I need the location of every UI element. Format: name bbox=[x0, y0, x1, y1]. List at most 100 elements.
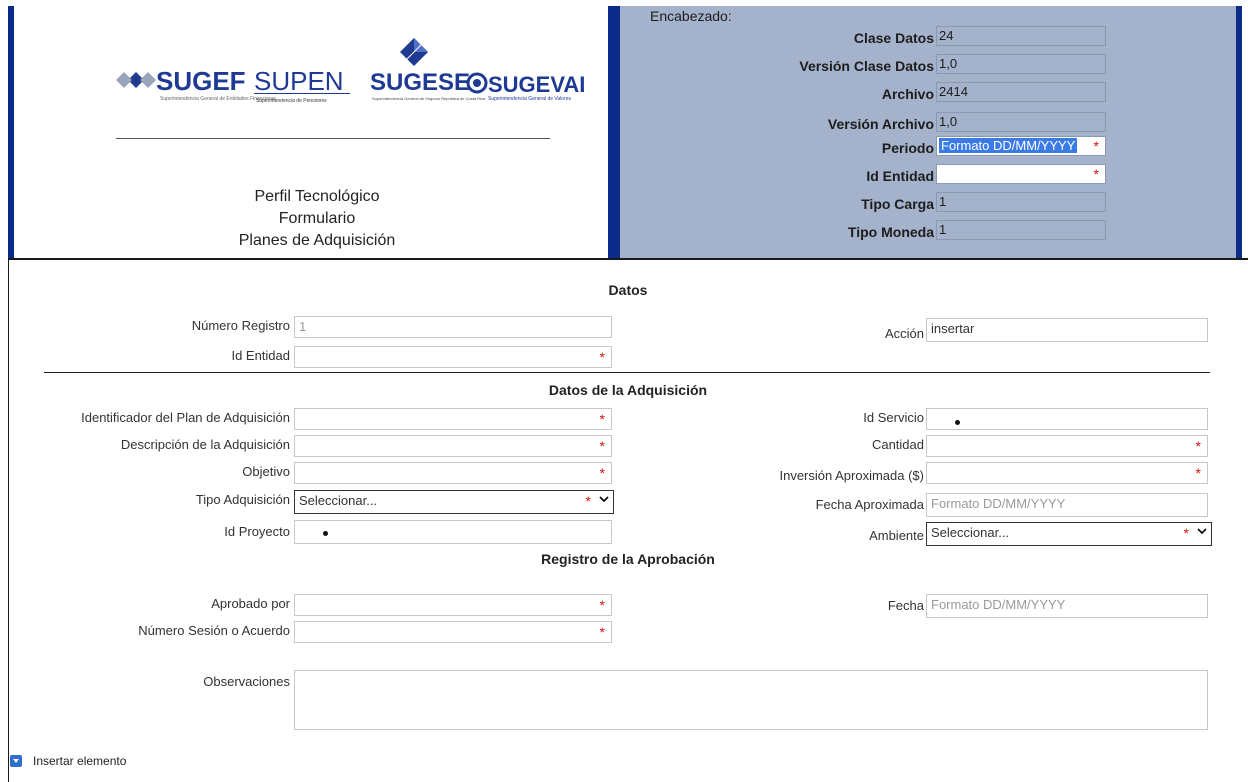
chevron-down-icon bbox=[599, 496, 609, 503]
id-servicio-input[interactable] bbox=[926, 408, 1208, 430]
datos-id-entidad-input[interactable]: * bbox=[294, 346, 612, 368]
descripcion-adquisicion-label: Descripción de la Adquisición bbox=[120, 437, 290, 452]
regulator-logos: SUGEF Superintendencia General de Entida… bbox=[116, 38, 593, 104]
archivo-label: Archivo bbox=[881, 86, 934, 102]
fecha-aproximada-input[interactable]: Formato DD/MM/YYYY bbox=[926, 493, 1208, 517]
fecha-aprobacion-input[interactable]: Formato DD/MM/YYYY bbox=[926, 594, 1208, 618]
tipo-adquisicion-select[interactable]: Seleccionar... * bbox=[294, 490, 614, 514]
svg-text:SUGEVAL: SUGEVAL bbox=[488, 72, 584, 97]
required-mark: * bbox=[1093, 166, 1099, 182]
accion-field: insertar bbox=[926, 318, 1208, 342]
required-mark: * bbox=[1195, 465, 1201, 481]
id-servicio-label: Id Servicio bbox=[863, 410, 924, 425]
logo-row: SUGEF Superintendencia General de Entida… bbox=[114, 34, 593, 134]
version-clase-datos-field: 1,0 bbox=[936, 54, 1106, 74]
expand-down-icon bbox=[10, 755, 22, 767]
identificador-plan-label: Identificador del Plan de Adquisición bbox=[81, 410, 290, 425]
archivo-field: 2414 bbox=[936, 82, 1106, 102]
version-clase-datos-label: Versión Clase Datos bbox=[799, 58, 934, 74]
section-divider bbox=[44, 372, 1210, 373]
ambiente-value: Seleccionar... bbox=[931, 525, 1010, 540]
tipo-carga-field: 1 bbox=[936, 192, 1106, 212]
cantidad-input[interactable]: * bbox=[926, 435, 1208, 457]
numero-registro-label: Número Registro bbox=[191, 318, 290, 333]
clase-datos-label: Clase Datos bbox=[853, 30, 934, 46]
id-proyecto-input[interactable] bbox=[294, 520, 612, 544]
periodo-input[interactable]: Formato DD/MM/YYYY * bbox=[936, 136, 1106, 156]
objetivo-label: Objetivo bbox=[242, 464, 290, 479]
required-mark: * bbox=[599, 438, 605, 454]
svg-text:Superintendencia General de Se: Superintendencia General de Seguros Repú… bbox=[372, 96, 486, 101]
sugese-logo: SUGESE Superintendencia General de Segur… bbox=[370, 38, 486, 101]
title-line-3: Planes de Adquisición bbox=[238, 232, 396, 249]
ambiente-label: Ambiente bbox=[869, 528, 924, 543]
tipo-adquisicion-value: Seleccionar... bbox=[299, 493, 378, 508]
fecha-aprobacion-placeholder: Formato DD/MM/YYYY bbox=[931, 597, 1066, 612]
required-mark: * bbox=[599, 411, 605, 427]
cursor-dot bbox=[955, 420, 960, 425]
header-divider bbox=[8, 258, 1248, 260]
required-mark: * bbox=[599, 349, 605, 365]
tipo-moneda-label: Tipo Moneda bbox=[847, 224, 934, 240]
section-title-adquisicion: Datos de la Adquisición bbox=[548, 382, 708, 398]
header-heading: Encabezado: bbox=[650, 8, 732, 24]
cursor-dot bbox=[323, 531, 328, 536]
id-proyecto-label: Id Proyecto bbox=[224, 524, 290, 539]
required-mark: * bbox=[1093, 138, 1099, 154]
required-mark: * bbox=[599, 465, 605, 481]
section-title-datos: Datos bbox=[608, 282, 648, 298]
required-mark: * bbox=[1195, 438, 1201, 454]
tipo-adquisicion-label: Tipo Adquisición bbox=[195, 492, 290, 507]
required-mark: * bbox=[599, 597, 605, 613]
tipo-carga-label: Tipo Carga bbox=[861, 196, 934, 212]
identificador-plan-input[interactable]: * bbox=[294, 408, 612, 430]
svg-text:SUGEF: SUGEF bbox=[156, 66, 246, 96]
fecha-aproximada-placeholder: Formato DD/MM/YYYY bbox=[931, 496, 1066, 511]
svg-text:SUPEN: SUPEN bbox=[254, 66, 344, 96]
aprobado-por-input[interactable]: * bbox=[294, 594, 612, 616]
accion-label: Acción bbox=[884, 326, 924, 341]
sugeval-logo: SUGEVAL Superintendencia General de Valo… bbox=[466, 72, 593, 102]
header-id-entidad-label: Id Entidad bbox=[866, 168, 934, 184]
supen-logo: SUPEN Superintendencia de Pensiones bbox=[254, 66, 350, 104]
inversion-aproximada-input[interactable]: * bbox=[926, 462, 1208, 484]
chevron-down-icon bbox=[1197, 528, 1207, 535]
svg-text:Superintendencia de Pensiones: Superintendencia de Pensiones bbox=[256, 98, 327, 104]
observaciones-textarea[interactable] bbox=[294, 670, 1208, 730]
clase-datos-field: 24 bbox=[936, 26, 1106, 46]
logo-divider bbox=[116, 138, 550, 139]
svg-text:SUGESE: SUGESE bbox=[370, 69, 470, 96]
numero-registro-field: 1 bbox=[294, 316, 612, 338]
numero-sesion-label: Número Sesión o Acuerdo bbox=[138, 623, 290, 638]
aprobado-por-label: Aprobado por bbox=[211, 596, 290, 611]
periodo-placeholder: Formato DD/MM/YYYY bbox=[939, 138, 1078, 153]
tipo-moneda-field: 1 bbox=[936, 220, 1106, 240]
title-line-2: Formulario bbox=[278, 210, 356, 227]
ambiente-select[interactable]: Seleccionar... * bbox=[926, 522, 1212, 546]
fecha-aprobacion-label: Fecha bbox=[887, 598, 924, 613]
insertar-elemento-label: Insertar elemento bbox=[33, 754, 127, 768]
header-info-panel: Encabezado: Clase Datos 24 Versión Clase… bbox=[614, 6, 1242, 258]
fecha-aproximada-label: Fecha Aproximada bbox=[815, 497, 924, 512]
inversion-aproximada-label: Inversión Aproximada ($) bbox=[779, 468, 924, 483]
version-archivo-label: Versión Archivo bbox=[827, 116, 934, 132]
header-id-entidad-input[interactable]: * bbox=[936, 164, 1106, 184]
required-mark: * bbox=[1183, 525, 1189, 541]
version-archivo-field: 1,0 bbox=[936, 112, 1106, 132]
cantidad-label: Cantidad bbox=[871, 437, 924, 452]
descripcion-adquisicion-input[interactable]: * bbox=[294, 435, 612, 457]
periodo-label: Periodo bbox=[881, 140, 934, 156]
observaciones-label: Observaciones bbox=[203, 674, 290, 689]
header-logo-panel: SUGEF Superintendencia General de Entida… bbox=[8, 6, 614, 258]
objetivo-input[interactable]: * bbox=[294, 462, 612, 484]
datos-id-entidad-label: Id Entidad bbox=[231, 348, 290, 363]
sugef-logo: SUGEF Superintendencia General de Entida… bbox=[116, 66, 276, 102]
svg-text:Superintendencia General de Va: Superintendencia General de Valores bbox=[488, 96, 572, 102]
required-mark: * bbox=[599, 624, 605, 640]
required-mark: * bbox=[585, 493, 591, 509]
insertar-elemento-link[interactable]: Insertar elemento bbox=[10, 754, 126, 768]
numero-sesion-input[interactable]: * bbox=[294, 621, 612, 643]
form-left-border bbox=[8, 258, 9, 782]
title-line-1: Perfil Tecnológico bbox=[254, 188, 380, 205]
section-title-aprobacion: Registro de la Aprobación bbox=[541, 551, 715, 567]
